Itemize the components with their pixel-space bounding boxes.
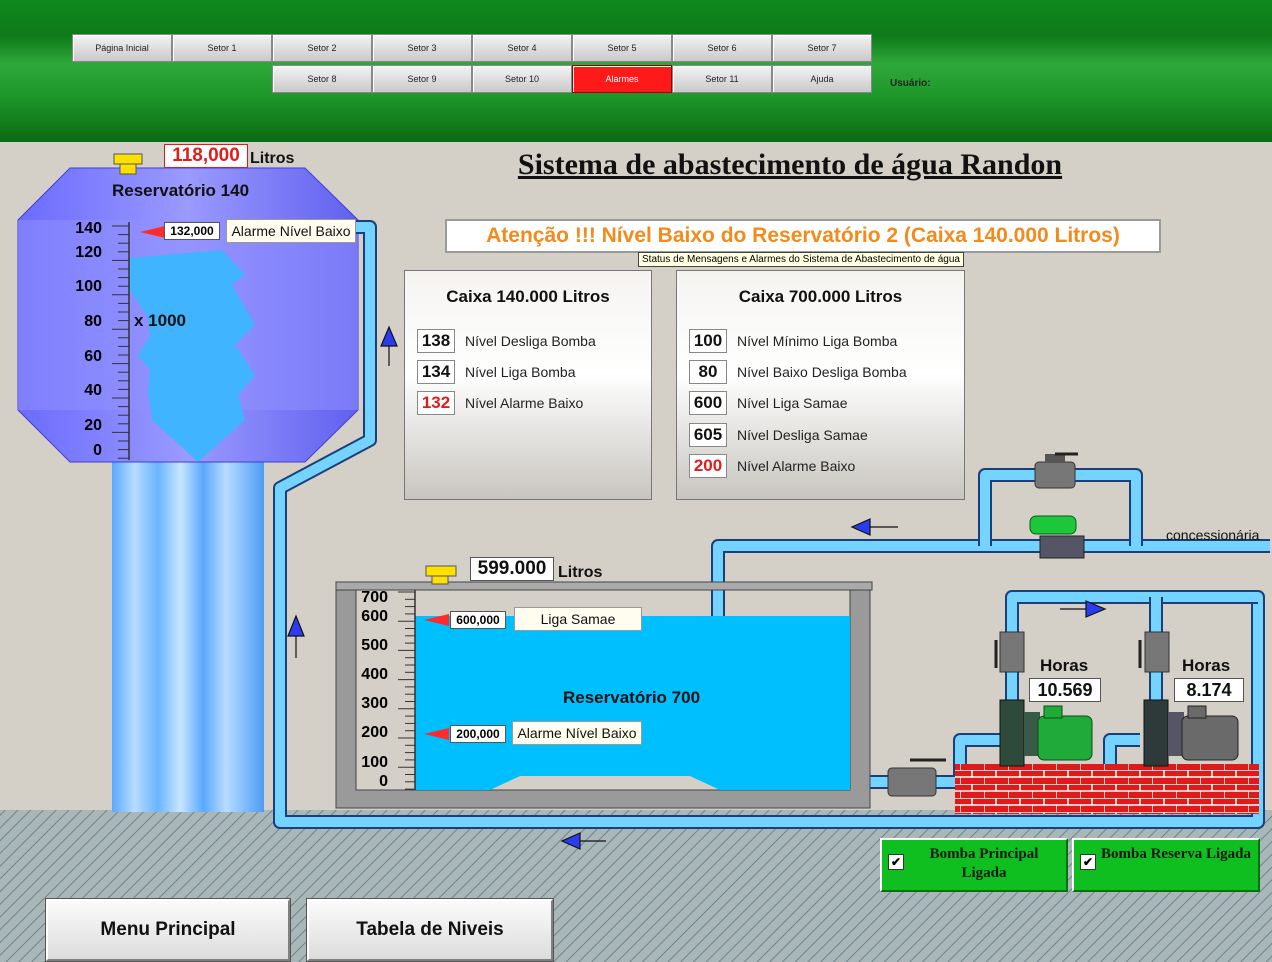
setpoint-row: 134 Nível Liga Bomba [417,360,576,384]
setpoint-row: 138 Nível Desliga Bomba [417,329,596,353]
tank140-volume-unit: Litros [250,150,295,167]
setpoint-value[interactable]: 100 [689,329,727,353]
tabela-niveis-button[interactable]: Tabela de Niveis [306,898,554,962]
pump-reserva [1143,699,1239,767]
panel-caixa-140: Caixa 140.000 Litros 138 Nível Desliga Bo… [404,270,652,500]
setpoint-value[interactable]: 200 [689,453,727,478]
pump1-hours: 10.569 [1029,678,1101,702]
setpoint-row: 80 Nível Baixo Desliga Bomba [689,360,907,385]
concessionaria-label: concessionária [1166,527,1260,543]
tank140-alarm-value: 132,000 [164,222,220,240]
panel-caixa-700: Caixa 700.000 Litros 100 Nível Mínimo Lig… [676,270,965,500]
alarm-message: Atenção !!! Nível Baixo do Reservatório … [445,219,1161,253]
tank140-column [112,460,264,812]
bomba-principal-checkbox[interactable]: ✔ [888,854,904,870]
tank140-alarm-label: Alarme Nível Baixo [226,219,356,243]
bomba-reserva-checkbox[interactable]: ✔ [1080,854,1096,870]
alarm-tooltip: Status de Mensagens e Alarmes do Sistema… [638,252,964,267]
scale-tick-label: 400 [361,666,388,683]
scale-tick-label: 700 [361,589,388,606]
scale-tick-label: 0 [379,773,388,790]
pump1-hours-label: Horas [1040,656,1089,675]
setpoint-label: Nível Desliga Bomba [465,333,596,349]
pump2-hours: 8.174 [1174,678,1244,702]
tank700-liga-label: Liga Samae [514,607,642,631]
tank700-alarm-label: Alarme Nível Baixo [512,721,642,745]
setpoint-label: Nível Desliga Samae [737,426,868,443]
setpoint-value[interactable]: 132 [417,391,455,415]
setpoint-row: 100 Nível Mínimo Liga Bomba [689,329,897,353]
bomba-reserva-button[interactable]: ✔ Bomba Reserva Ligada [1072,838,1260,892]
bomba-principal-button[interactable]: ✔ Bomba Principal Ligada [880,838,1068,892]
scale-tick-label: 200 [361,724,388,741]
page-title: Sistema de abastecimento de água Randon [517,148,1063,181]
setpoint-value[interactable]: 80 [689,360,727,385]
scale-tick-label: 60 [84,348,102,365]
tank700-alarm-value: 200,000 [450,725,506,743]
setpoint-label: Nível Mínimo Liga Bomba [737,333,898,349]
sensor-700 [425,565,457,585]
scale-tick-label: 40 [84,382,102,399]
setpoint-row: 132 Nível Alarme Baixo [417,391,583,415]
setpoint-label: Nível Liga Samae [737,395,848,412]
valve-pump1 [994,631,1025,673]
scale-tick-label: 20 [84,417,102,434]
scale-tick-label: 500 [361,637,388,654]
tank700-volume-unit: Litros [558,564,603,581]
tank140-volume: 118,000 [164,144,248,168]
scale-tick-label: 300 [361,695,388,712]
brick-base [955,764,1259,814]
tank140-scale-unit: x 1000 [134,311,186,330]
pump-principal [999,699,1093,767]
tank700-volume: 599.000 [470,557,554,581]
panel-700-title: Caixa 700.000 Litros [738,287,903,306]
scale-tick-label: 600 [361,608,388,625]
valve-top [1034,452,1078,489]
panel-140-title: Caixa 140.000 Litros [446,287,610,306]
setpoint-label: Nível Baixo Desliga Bomba [737,364,907,381]
setpoint-label: Nível Liga Bomba [465,364,576,380]
scale-tick-label: 80 [84,313,102,330]
setpoint-row: 605 Nível Desliga Samae [689,422,868,447]
menu-principal-button[interactable]: Menu Principal [45,898,291,962]
scale-tick-label: 120 [75,244,102,261]
setpoint-row: 200 Nível Alarme Baixo [689,453,856,478]
valve-pump2 [1138,631,1170,673]
bomba-reserva-label: Bomba Reserva Ligada [1101,846,1251,862]
setpoint-label: Nível Alarme Baixo [465,395,584,411]
scale-tick-label: 140 [75,220,102,237]
tank140-name: Reservatório 140 [112,181,250,200]
setpoint-value[interactable]: 134 [417,360,455,384]
scale-tick-label: 0 [93,442,102,459]
tank700-name: Reservatório 700 [563,688,701,707]
scale-tick-label: 100 [75,278,102,295]
pump2-hours-label: Horas [1182,656,1231,675]
setpoint-label: Nível Alarme Baixo [737,457,856,474]
tank700-liga-value: 600,000 [450,611,506,629]
setpoint-value[interactable]: 600 [689,391,727,416]
setpoint-value[interactable]: 605 [689,422,727,447]
bomba-principal-label: Bomba Principal Ligada [929,846,1039,881]
scale-tick-label: 100 [361,754,388,771]
setpoint-value[interactable]: 138 [417,329,455,353]
setpoint-row: 600 Nível Liga Samae [689,391,848,416]
